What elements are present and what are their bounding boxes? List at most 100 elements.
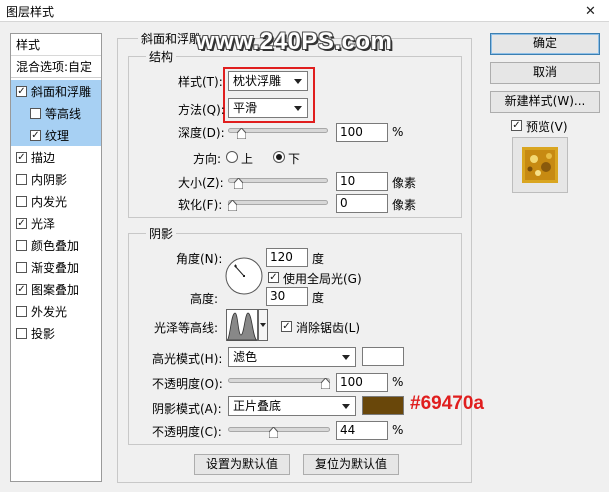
style-item-checkbox[interactable] [16,239,27,251]
highlight-mode-select[interactable]: 滤色 [228,347,356,367]
style-item[interactable]: ✓ 纹理 [11,124,101,146]
style-item[interactable]: 投影 [11,322,101,344]
angle-unit: 度 [312,252,325,266]
depth-slider[interactable] [228,125,328,139]
style-item[interactable]: 外发光 [11,300,101,322]
style-item-checkbox[interactable] [16,305,27,317]
style-item[interactable]: ✓ 图案叠加 [11,278,101,300]
style-preview-thumbnail [512,137,568,193]
highlight-mode-value: 滤色 [233,350,258,364]
size-unit: 像素 [392,176,417,190]
slider-track [228,200,328,205]
structure-title: 结构 [146,48,177,65]
angle-dial-icon[interactable] [224,256,264,296]
style-item-label: 纹理 [45,128,70,143]
highlight-mode-label: 高光模式(H): [152,352,223,366]
depth-label: 深度(D): [178,126,225,140]
antialias-checkbox[interactable]: ✓ [281,321,292,332]
style-item[interactable]: ✓ 描边 [11,146,101,168]
style-item-checkbox[interactable]: ✓ [30,129,41,141]
depth-input[interactable]: 100 [336,123,388,142]
shadow-opacity-input[interactable]: 44 [336,421,388,440]
ok-button[interactable]: 确定 [490,33,600,55]
style-item-checkbox[interactable]: ✓ [16,151,27,163]
depth-unit: % [392,125,404,139]
highlight-opacity-unit: % [392,375,404,389]
style-item-checkbox[interactable] [30,107,41,119]
shadow-color-annotation: #69470a [410,393,484,414]
style-item[interactable]: ✓ 斜面和浮雕 [11,80,101,102]
style-item-checkbox[interactable] [16,261,27,273]
style-item-checkbox[interactable]: ✓ [16,217,27,229]
close-icon[interactable]: ✕ [572,0,609,22]
style-item-label: 光泽 [31,216,56,231]
shadow-opacity-slider[interactable] [228,424,330,438]
style-item-checkbox[interactable] [16,327,27,339]
contour-preview-icon[interactable] [226,309,258,341]
highlight-opacity-input[interactable]: 100 [336,373,388,392]
global-light-checkbox[interactable]: ✓ [268,272,279,283]
soften-slider[interactable] [228,197,328,211]
slider-track [228,427,330,432]
angle-input[interactable]: 120 [266,248,308,267]
reset-default-button[interactable]: 复位为默认值 [303,454,399,475]
style-label: 样式(T): [178,75,223,89]
make-default-button[interactable]: 设置为默认值 [194,454,290,475]
shadow-mode-label: 阴影模式(A): [152,402,222,416]
slider-thumb-icon[interactable] [268,427,278,438]
slider-thumb-icon[interactable] [237,128,247,139]
gloss-contour-picker[interactable] [226,309,268,341]
preview-checkbox[interactable]: ✓ [511,120,522,131]
style-item[interactable]: 颜色叠加 [11,234,101,256]
shadow-mode-select[interactable]: 正片叠底 [228,396,356,416]
direction-up-radio[interactable] [226,151,238,163]
slider-thumb-icon[interactable] [321,378,330,389]
altitude-input[interactable]: 30 [266,287,308,306]
direction-up-label: 上 [241,152,254,166]
size-input[interactable]: 10 [336,172,388,191]
styles-list: 样式 混合选项:自定 ✓ 斜面和浮雕等高线 ✓ 纹理 ✓ 描边 内阴影 内发光 ✓ 光泽颜色叠加渐… [10,33,102,482]
style-item[interactable]: ✓ 光泽 [11,212,101,234]
size-slider[interactable] [228,175,328,189]
style-item[interactable]: 内发光 [11,190,101,212]
soften-input[interactable]: 0 [336,194,388,213]
shadow-opacity-unit: % [392,423,404,437]
chevron-down-icon [342,355,350,360]
style-item-label: 斜面和浮雕 [31,84,92,99]
direction-label: 方向: [193,152,222,166]
style-item[interactable]: 内阴影 [11,168,101,190]
styles-header[interactable]: 样式 [11,34,101,56]
chevron-down-icon [294,106,302,111]
cancel-button[interactable]: 取消 [490,62,600,84]
style-select[interactable]: 枕状浮雕 [228,71,308,91]
chevron-down-icon [342,404,350,409]
shading-title: 阴影 [146,225,177,242]
highlight-color-swatch[interactable] [362,347,404,366]
direction-down-radio[interactable] [273,151,285,163]
style-item-checkbox[interactable] [16,173,27,185]
highlight-opacity-slider[interactable] [228,375,330,389]
size-label: 大小(Z): [178,176,224,190]
contour-dropdown-button[interactable] [258,309,268,341]
technique-select-value: 平滑 [233,101,258,115]
style-item[interactable]: 渐变叠加 [11,256,101,278]
style-item-checkbox[interactable] [16,195,27,207]
style-select-value: 枕状浮雕 [233,74,282,88]
style-item-checkbox[interactable]: ✓ [16,85,27,97]
slider-thumb-icon[interactable] [234,178,244,189]
window-title: 图层样式 [6,5,55,19]
style-item-checkbox[interactable]: ✓ [16,283,27,295]
antialias-label: 消除锯齿(L) [296,321,361,335]
new-style-button[interactable]: 新建样式(W)... [490,91,600,113]
technique-select[interactable]: 平滑 [228,98,308,118]
style-item[interactable]: 等高线 [11,102,101,124]
slider-thumb-icon[interactable] [228,200,237,211]
altitude-label: 高度: [190,292,219,306]
style-item-label: 渐变叠加 [31,260,80,275]
style-item-label: 外发光 [31,304,68,319]
chevron-down-icon [260,323,266,327]
shadow-color-swatch[interactable] [362,396,404,415]
style-item-label: 颜色叠加 [31,238,80,253]
gloss-contour-label: 光泽等高线: [154,321,219,335]
blending-options-item[interactable]: 混合选项:自定 [11,56,101,78]
